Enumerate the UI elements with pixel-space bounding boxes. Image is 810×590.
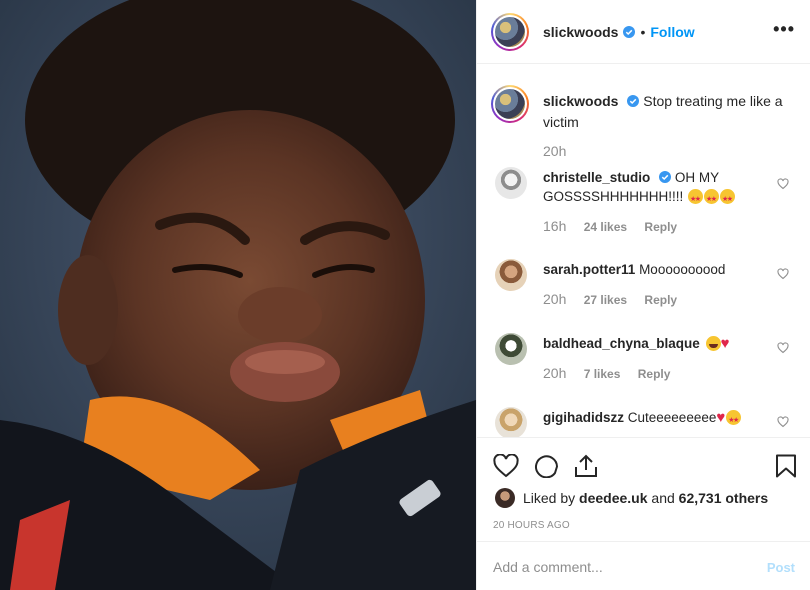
owner-username[interactable]: slickwoods (543, 24, 618, 40)
comment-meta: 20h 27 likes Reply (543, 291, 677, 307)
commenter-username[interactable]: baldhead_chyna_blaque (543, 336, 700, 351)
comment-timestamp[interactable]: 16h (543, 218, 566, 234)
comment-likes[interactable]: 27 likes (584, 293, 627, 307)
likes-count[interactable]: 62,731 others (679, 490, 769, 506)
laughing-emoji (705, 336, 721, 351)
heart-eyes-emoji (720, 189, 736, 209)
owner-avatar[interactable] (491, 12, 529, 51)
add-comment-input[interactable] (493, 556, 753, 578)
reply-button[interactable]: Reply (644, 220, 677, 234)
reply-button[interactable]: Reply (638, 367, 671, 381)
liked-by-summary: Liked by deedee.uk and 62,731 others (495, 488, 768, 508)
comment-like-icon[interactable] (777, 342, 789, 354)
comment-text: Moooooooood (639, 262, 726, 277)
post-timestamp[interactable]: 20 HOURS AGO (493, 520, 570, 531)
heart-outline-icon[interactable] (493, 454, 519, 478)
commenter-avatar[interactable] (495, 407, 527, 437)
bookmark-icon[interactable] (775, 454, 797, 478)
post-details-panel: slickwoods • Follow ••• slickwoods Stop … (476, 0, 810, 590)
commenter-username[interactable]: christelle_studio (543, 170, 650, 185)
commenter-avatar[interactable] (495, 259, 527, 291)
heart-eyes-emoji (726, 410, 742, 430)
red-heart-emoji: ♥ (720, 335, 730, 352)
comment-meta: 16h 24 likes Reply (543, 218, 677, 234)
add-comment-bar: Post (477, 541, 810, 590)
comment-like-icon[interactable] (777, 416, 789, 428)
liked-by-prefix: Liked by (523, 490, 576, 506)
post-header: slickwoods • Follow ••• (477, 0, 810, 64)
comment-bubble-icon[interactable] (533, 454, 559, 478)
comment-like-icon[interactable] (777, 178, 789, 190)
liked-by-joiner: and (651, 490, 675, 506)
verified-badge-icon (659, 171, 672, 183)
follow-button[interactable]: Follow (650, 24, 694, 40)
comment-timestamp[interactable]: 20h (543, 365, 566, 381)
post-comment-button[interactable]: Post (767, 560, 795, 575)
comment-like-icon[interactable] (777, 268, 789, 280)
caption-username[interactable]: slickwoods (543, 93, 618, 109)
post-photo[interactable] (0, 0, 476, 590)
more-options-icon[interactable]: ••• (773, 20, 795, 38)
comment-meta: 20h 7 likes Reply (543, 365, 670, 381)
share-icon[interactable] (573, 454, 599, 478)
verified-badge-icon (623, 25, 636, 38)
post-photo-image (0, 0, 476, 590)
commenter-username[interactable]: sarah.potter11 (543, 262, 635, 277)
comment-timestamp[interactable]: 20h (543, 291, 566, 307)
owner-avatar-image (495, 16, 525, 47)
caption-timestamp[interactable]: 20h (543, 143, 566, 159)
caption-avatar[interactable] (491, 85, 529, 123)
commenter-avatar[interactable] (495, 333, 527, 365)
comment-likes[interactable]: 7 likes (584, 367, 621, 381)
comment-text: Cuteeeeeeeee (627, 410, 717, 425)
verified-badge-icon (627, 95, 640, 107)
separator-dot: • (640, 23, 646, 40)
heart-eyes-emoji (688, 189, 704, 209)
liker-avatar[interactable] (495, 488, 515, 508)
comment-likes[interactable]: 24 likes (584, 220, 627, 234)
reply-button[interactable]: Reply (644, 293, 677, 307)
liker-username[interactable]: deedee.uk (579, 490, 647, 506)
commenter-username[interactable]: gigihadidszz (543, 410, 624, 425)
commenter-avatar[interactable] (495, 167, 527, 199)
heart-eyes-emoji (704, 189, 720, 209)
comments-list[interactable]: slickwoods Stop treating me like a victi… (477, 65, 810, 437)
red-heart-emoji: ♥ (716, 409, 726, 426)
